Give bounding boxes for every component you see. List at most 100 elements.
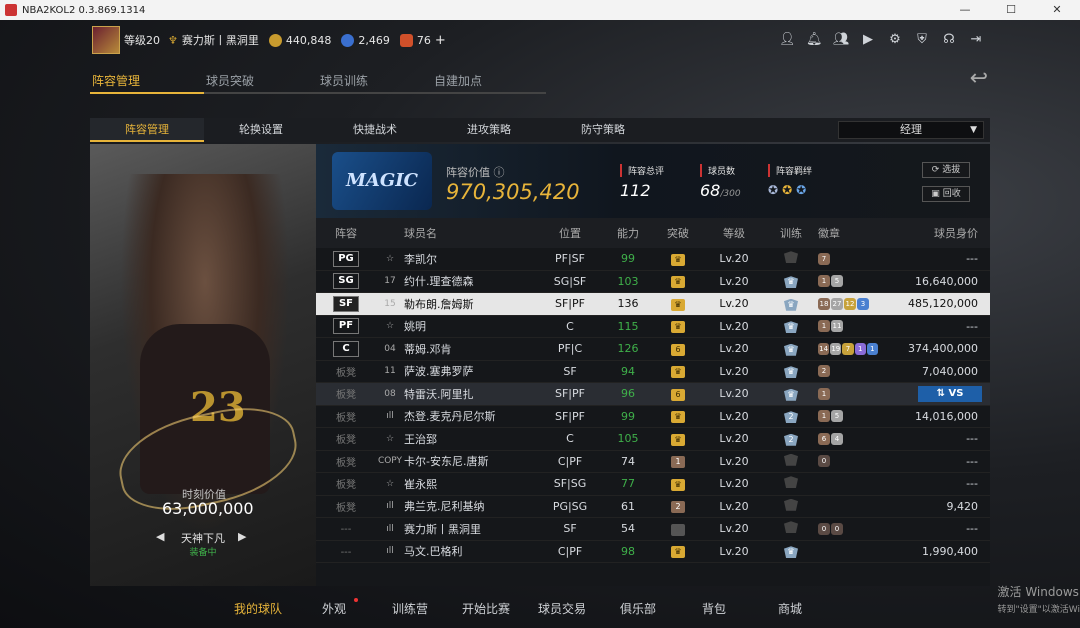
exit-icon[interactable]: ⇥ [968,32,984,48]
subtab-rotation[interactable]: 轮换设置 [204,118,318,142]
header-slot[interactable]: 阵容 [316,225,376,241]
player-name[interactable]: 卡尔-安东尼.唐斯 [404,453,536,469]
next-skin-icon[interactable]: ▶ [238,530,246,543]
avatar[interactable] [92,26,120,54]
player-name[interactable]: 李凯尔 [404,251,536,267]
header-badges[interactable]: 徽章 [818,225,878,241]
manager-dropdown[interactable]: 经理 ▼ [838,121,984,139]
training-shield-icon [784,498,798,511]
header-position[interactable]: 位置 [536,225,604,241]
nav-backpack[interactable]: 背包 [676,600,752,617]
slot-label[interactable]: 板凳 [336,480,356,491]
nav-my-team[interactable]: 我的球队 [220,600,296,617]
table-row[interactable]: PG ☆ 李凯尔 PF|SF 99 ♛ Lv.20 7 --- [316,248,990,271]
subtab-lineup[interactable]: 阵容管理 [90,118,204,142]
header-level[interactable]: 等级 [704,225,764,241]
table-row[interactable]: 板凳 08 特雷沃.阿里扎 SF|PF 96 6 Lv.20 ♛ 1 ⇅ VS [316,383,990,406]
table-row[interactable]: SF 15 勒布朗.詹姆斯 SF|PF 136 ♛ Lv.20 ♛ 18 27 12 3 485,120… [316,293,990,316]
maximize-button[interactable]: ☐ [988,0,1034,20]
bond-blue-icon[interactable]: ✪ [796,183,806,197]
slot-label[interactable]: 板凳 [336,435,356,446]
header-training[interactable]: 训练 [764,225,818,241]
table-row[interactable]: 板凳 ☆ 王治郅 C 105 ♛ Lv.20 2 6 4 --- [316,428,990,451]
table-row[interactable]: 板凳 11 萨波.塞弗罗萨 SF 94 ♛ Lv.20 ♛ 2 7,040,000 [316,361,990,383]
bell-icon[interactable]: 🔔︎ [806,32,823,48]
player-name[interactable]: 萨波.塞弗罗萨 [404,363,536,379]
video-icon[interactable]: ▶ [860,32,876,48]
recycle-button[interactable]: ▣ 回收 [922,186,970,202]
slot-label[interactable]: SG [333,273,359,290]
slot-label[interactable]: SF [333,295,359,312]
close-button[interactable]: ✕ [1034,0,1080,20]
header-ability[interactable]: 能力 [604,225,652,241]
bond-label: 阵容羁绊 [768,164,812,177]
tab-lineup-management[interactable]: 阵容管理 [90,68,204,94]
table-row[interactable]: --- ıll 赛力斯丨黑洞里 SF 54 ♛ Lv.20 0 0 --- [316,518,990,541]
table-row[interactable]: 板凳 ıll 弗兰克.尼利基纳 PG|SG 61 2 Lv.20 9,420 [316,496,990,518]
player-name[interactable]: 蒂姆.邓肯 [404,341,536,357]
table-row[interactable]: --- ıll 马文.巴格利 C|PF 98 ♛ Lv.20 ♛ 1,990,400 [316,541,990,563]
select-button[interactable]: ⟳ 选拔 [922,162,970,178]
tab-player-training[interactable]: 球员训练 [318,68,432,94]
slot-label[interactable]: C [333,340,359,357]
player-value: 485,120,000 [908,297,978,311]
player-name[interactable]: 马文.巴格利 [404,543,536,559]
badge-icon: 1 [818,410,830,423]
subtab-quick-tactics[interactable]: 快捷战术 [318,118,432,142]
slot-label[interactable]: PF [333,318,359,335]
slot-label[interactable]: 板凳 [336,413,356,424]
nav-training-camp[interactable]: 训练营 [372,600,448,617]
slot-label[interactable]: PG [333,250,359,267]
table-row[interactable]: PF ☆ 姚明 C 115 ♛ Lv.20 ♛ 1 11 --- [316,316,990,338]
header-breakthrough[interactable]: 突破 [652,225,704,241]
nav-start-game[interactable]: 开始比赛 [448,600,524,617]
player-name[interactable]: 特雷沃.阿里扎 [404,386,536,402]
slot-label[interactable]: --- [341,547,352,558]
player-name[interactable]: 崔永熙 [404,476,536,492]
slot-label[interactable]: 板凳 [336,503,356,514]
jersey-number: ☆ [385,321,395,332]
headset-icon[interactable]: ☊ [941,32,957,48]
shield-icon[interactable]: ⛨ [914,32,930,48]
compare-vs-button[interactable]: ⇅ VS [918,386,982,402]
player-name[interactable]: 弗兰克.尼利基纳 [404,498,536,514]
tab-custom-points[interactable]: 自建加点 [432,68,546,94]
table-row[interactable]: 板凳 COPY 卡尔-安东尼.唐斯 C|PF 74 1 Lv.20 0 --- [316,451,990,473]
slot-label[interactable]: --- [341,524,352,535]
player-name[interactable]: 约什.理查德森 [404,273,536,289]
header-name[interactable]: 球员名 [404,225,536,241]
nav-player-trade[interactable]: 球员交易 [524,600,600,617]
nav-club[interactable]: 俱乐部 [600,600,676,617]
table-row[interactable]: 板凳 ıll 杰登.麦克丹尼尔斯 SF|PF 99 ♛ Lv.20 2 1 5 14,016,000 [316,406,990,428]
badge-icon: 19 [830,342,842,355]
player-value: 14,016,000 [915,409,978,423]
add-currency-button[interactable]: + [435,33,446,48]
player-name[interactable]: 勒布朗.詹姆斯 [404,296,536,312]
slot-label[interactable]: 板凳 [336,458,356,469]
minimize-button[interactable]: — [942,0,988,20]
table-row[interactable]: SG 17 约什.理查德森 SG|SF 103 ♛ Lv.20 ♛ 1 5 16,640,000 [316,271,990,293]
person-icon[interactable]: 👤︎ [779,32,796,48]
subtab-defense-strategy[interactable]: 防守策略 [546,118,660,142]
badge-icon: 7 [842,342,854,355]
back-arrow-icon[interactable]: ↩ [970,66,988,91]
subtab-offense-strategy[interactable]: 进攻策略 [432,118,546,142]
nav-appearance[interactable]: 外观 [296,598,372,617]
friends-icon[interactable]: 👥︎ [833,32,850,48]
player-name[interactable]: 杰登.麦克丹尼尔斯 [404,408,536,424]
bond-silver-icon[interactable]: ✪ [768,183,778,197]
slot-label[interactable]: 板凳 [336,368,356,379]
slot-label[interactable]: 板凳 [336,390,356,401]
tab-player-breakthrough[interactable]: 球员突破 [204,68,318,94]
nav-store[interactable]: 商城 [752,600,828,617]
gear-icon[interactable]: ⚙ [887,32,903,48]
header-value[interactable]: 球员身价 [878,225,990,241]
help-icon[interactable]: ⓘ [494,166,505,179]
table-row[interactable]: 板凳 ☆ 崔永熙 SF|SG 77 ♛ Lv.20 --- [316,473,990,496]
bond-gold-icon[interactable]: ✪ [782,183,792,197]
badge-icon: 1 [818,387,830,400]
player-name[interactable]: 王治郅 [404,431,536,447]
player-name[interactable]: 姚明 [404,318,536,334]
player-name[interactable]: 赛力斯丨黑洞里 [404,521,536,537]
table-row[interactable]: C 04 蒂姆.邓肯 PF|C 126 6 Lv.20 ♛ 14 19 7 1 1 374,400,000 [316,338,990,361]
